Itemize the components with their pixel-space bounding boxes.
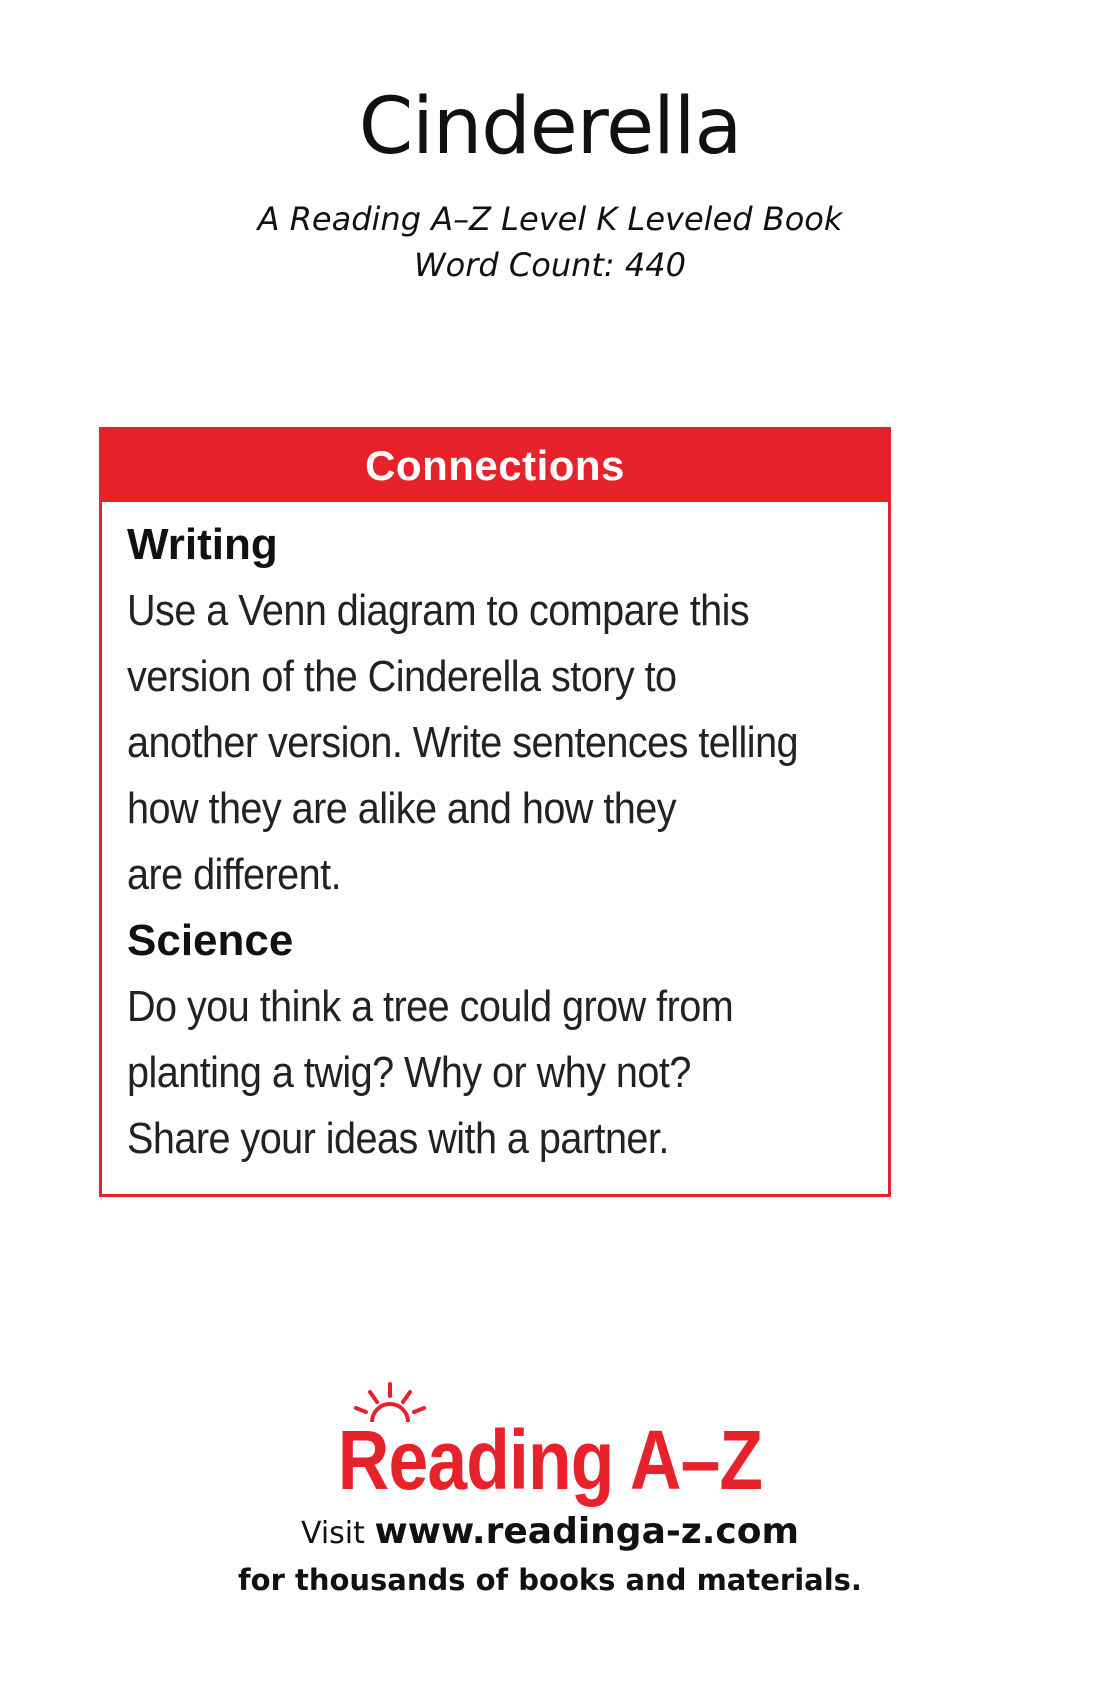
- level-label: A Reading A–Z Level K Leveled Book: [257, 200, 843, 238]
- text-line: version of the Cinderella story to: [127, 652, 677, 701]
- text-line: planting a twig? Why or why not?: [127, 1048, 691, 1097]
- word-count: Word Count: 440: [414, 246, 686, 284]
- writing-text: Use a Venn diagram to compare this versi…: [127, 578, 874, 908]
- text-line: how they are alike and how they: [127, 784, 677, 833]
- logo-text: Reading A–Z: [337, 1413, 763, 1507]
- website-link[interactable]: www.readinga-z.com: [374, 1511, 799, 1552]
- book-title: Cinderella: [358, 82, 743, 172]
- text-line: another version. Write sentences telling: [127, 718, 799, 767]
- book-subtitle: A Reading A–Z Level K Leveled Book Word …: [0, 196, 1100, 288]
- text-line: Do you think a tree could grow from: [127, 982, 734, 1031]
- footer-tagline: for thousands of books and materials.: [238, 1563, 862, 1597]
- connections-header: Connections: [102, 430, 888, 502]
- writing-section: Writing Use a Venn diagram to compare th…: [102, 502, 888, 908]
- science-section: Science Do you think a tree could grow f…: [102, 908, 888, 1172]
- writing-heading: Writing: [127, 520, 278, 569]
- visit-label: Visit: [300, 1516, 365, 1551]
- text-line: are different.: [127, 850, 342, 899]
- science-heading: Science: [127, 916, 294, 965]
- text-line: Share your ideas with a partner.: [127, 1114, 669, 1163]
- text-line: Use a Venn diagram to compare this: [127, 586, 750, 635]
- science-text: Do you think a tree could grow from plan…: [127, 974, 874, 1172]
- footer-visit: Visit www.readinga-z.com: [0, 1510, 1100, 1556]
- connections-box: Connections Writing Use a Venn diagram t…: [99, 427, 891, 1197]
- reading-az-logo: Reading A–Z: [0, 1380, 1100, 1510]
